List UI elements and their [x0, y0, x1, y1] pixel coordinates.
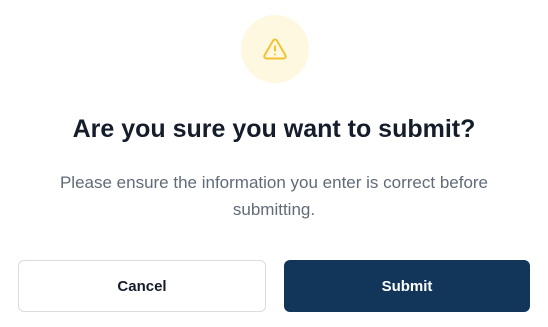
dialog-message: Please ensure the information you enter …	[59, 173, 489, 219]
warning-triangle-icon	[263, 38, 287, 60]
dialog-title: Are you sure you want to submit?	[72, 115, 476, 143]
warning-icon-badge	[241, 15, 309, 83]
submit-button[interactable]: Submit	[284, 260, 530, 312]
cancel-button[interactable]: Cancel	[18, 260, 266, 312]
confirm-dialog: Are you sure you want to submit? Please …	[0, 0, 548, 327]
